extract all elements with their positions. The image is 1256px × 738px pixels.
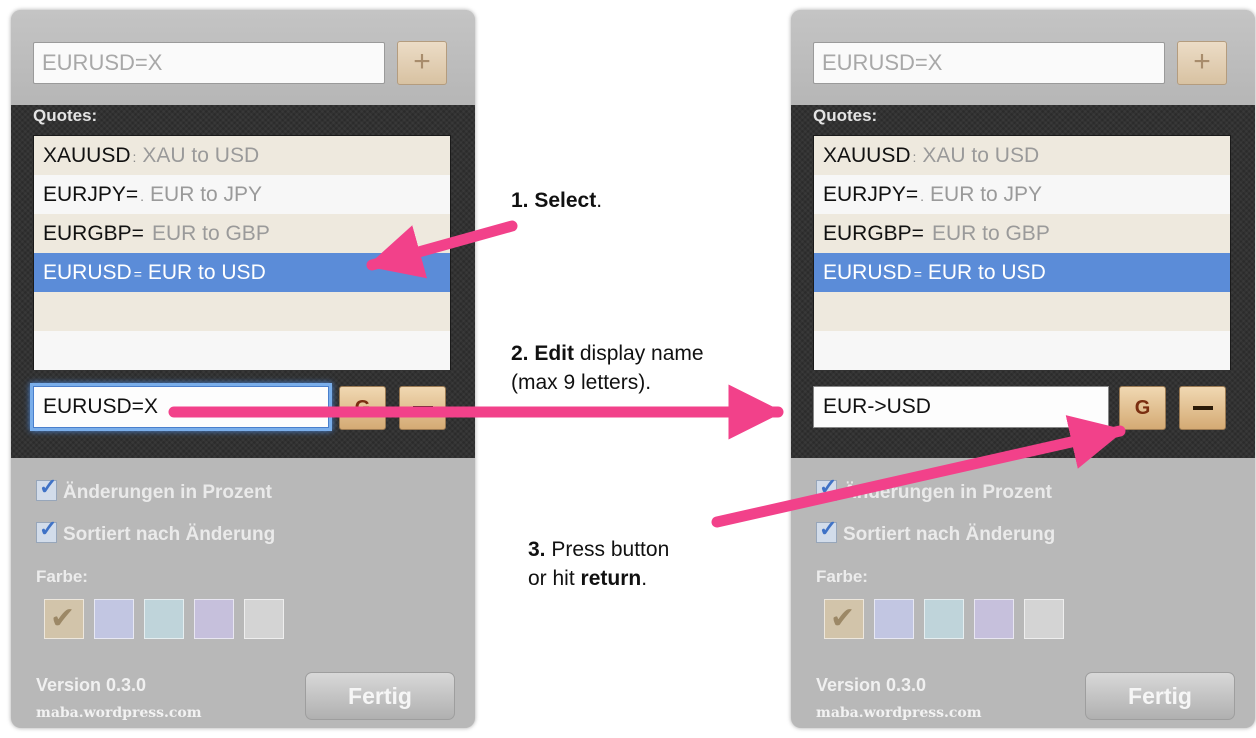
arrow-select bbox=[366, 220, 518, 279]
annotation-step-1: 1. Select. bbox=[511, 186, 602, 215]
step1-bold: 1. Select bbox=[511, 189, 597, 212]
step2-rest: display name bbox=[574, 342, 704, 365]
step2-bold: 2. Edit bbox=[511, 342, 575, 365]
step3-rest: Press button bbox=[545, 538, 670, 561]
step1-rest: . bbox=[596, 189, 603, 212]
step2-line2: (max 9 letters). bbox=[511, 371, 652, 394]
annotation-step-3: 3. Press button or hit return. bbox=[528, 535, 669, 593]
annotation-step-2: 2. Edit display name (max 9 letters). bbox=[511, 339, 704, 397]
step3-line2-post: . bbox=[641, 567, 648, 590]
arrow-press bbox=[711, 415, 1126, 528]
step3-line2-pre: or hit bbox=[528, 567, 581, 590]
step3-line2-bold: return bbox=[580, 567, 642, 590]
step3-num: 3. bbox=[528, 538, 546, 561]
